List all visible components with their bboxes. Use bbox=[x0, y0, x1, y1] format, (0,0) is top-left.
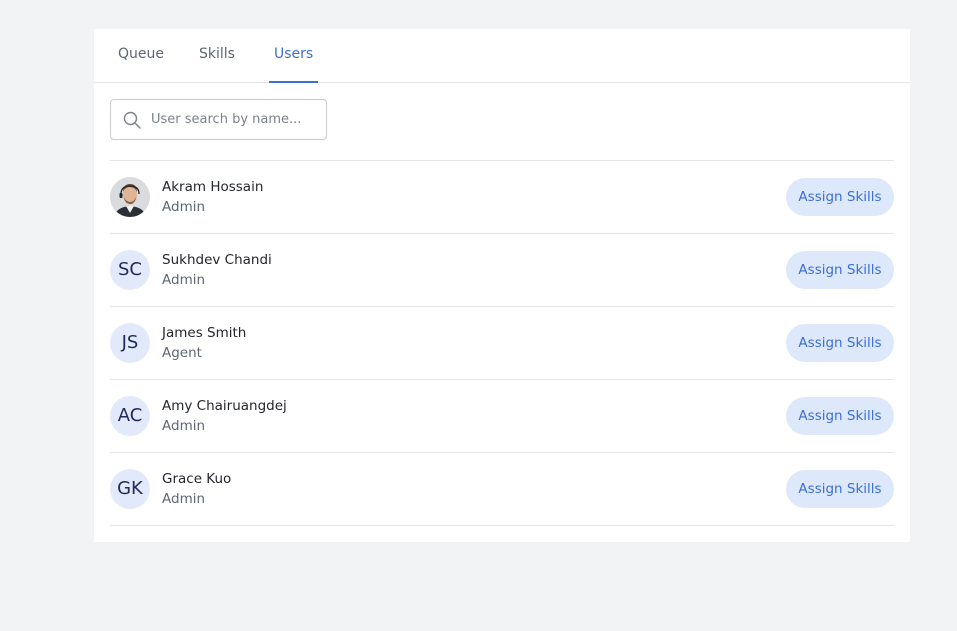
assign-skills-button[interactable]: Assign Skills bbox=[786, 178, 894, 216]
user-name: Sukhdev Chandi bbox=[162, 252, 272, 268]
search-icon bbox=[123, 111, 141, 129]
user-row: Akram Hossain Admin Assign Skills bbox=[110, 161, 894, 234]
user-row: SC Sukhdev Chandi Admin Assign Skills bbox=[110, 234, 894, 307]
user-role: Admin bbox=[162, 418, 206, 434]
user-role: Agent bbox=[162, 345, 202, 361]
tab-queue[interactable]: Queue bbox=[118, 29, 164, 83]
user-name: James Smith bbox=[162, 325, 247, 341]
user-list: Akram Hossain Admin Assign Skills SC Suk… bbox=[110, 160, 894, 526]
user-name: Akram Hossain bbox=[162, 179, 264, 195]
user-row: GK Grace Kuo Admin Assign Skills bbox=[110, 453, 894, 526]
user-search-box[interactable] bbox=[110, 99, 327, 140]
user-row: AC Amy Chairuangdej Admin Assign Skills bbox=[110, 380, 894, 453]
assign-skills-button[interactable]: Assign Skills bbox=[786, 397, 894, 435]
user-role: Admin bbox=[162, 199, 206, 215]
tab-bar: Queue Skills Users bbox=[94, 29, 910, 83]
assign-skills-button[interactable]: Assign Skills bbox=[786, 324, 894, 362]
tab-users[interactable]: Users bbox=[269, 29, 319, 83]
user-avatar-initials: GK bbox=[110, 469, 150, 509]
user-role: Admin bbox=[162, 491, 206, 507]
assign-skills-button[interactable]: Assign Skills bbox=[786, 251, 894, 289]
user-name: Amy Chairuangdej bbox=[162, 398, 287, 414]
user-avatar-initials: AC bbox=[110, 396, 150, 436]
users-panel: Queue Skills Users User search by name..… bbox=[94, 29, 910, 542]
user-row: JS James Smith Agent Assign Skills bbox=[110, 307, 894, 380]
user-role: Admin bbox=[162, 272, 206, 288]
user-name: Grace Kuo bbox=[162, 471, 232, 487]
user-avatar-initials: JS bbox=[110, 323, 150, 363]
tab-skills[interactable]: Skills bbox=[199, 29, 235, 83]
assign-skills-button[interactable]: Assign Skills bbox=[786, 470, 894, 508]
user-search-input[interactable] bbox=[151, 108, 319, 131]
user-avatar-photo bbox=[110, 177, 150, 217]
user-avatar-initials: SC bbox=[110, 250, 150, 290]
